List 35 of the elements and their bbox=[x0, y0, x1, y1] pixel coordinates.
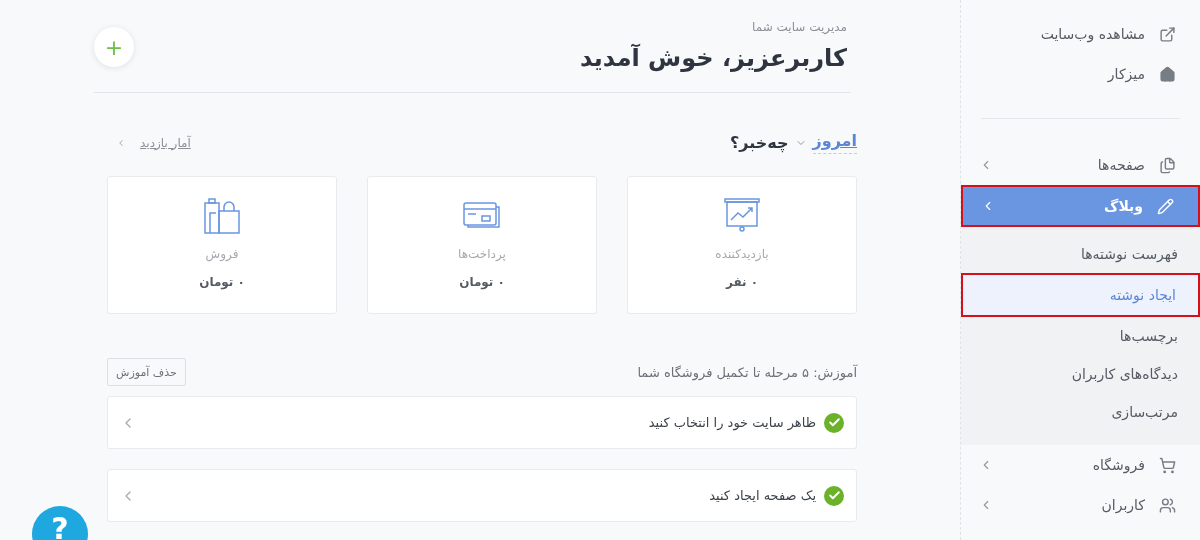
stat-value: ۰ تومان bbox=[199, 275, 245, 289]
stat-value: ۰ تومان bbox=[459, 275, 505, 289]
page-title: کاربرعزیز، خوش آمدید bbox=[579, 44, 847, 72]
stat-label: بازدیدکننده bbox=[715, 247, 769, 261]
submenu-item[interactable]: فهرست نوشته‌ها bbox=[961, 235, 1200, 273]
sidebar-link[interactable]: مشاهده وب‌سایت bbox=[961, 14, 1200, 54]
step-label: یک صفحه ایجاد کنید bbox=[708, 488, 816, 503]
period-dropdown[interactable]: امروز bbox=[812, 131, 857, 154]
submenu-item[interactable]: ایجاد نوشته bbox=[961, 273, 1200, 317]
pencil-icon bbox=[1157, 197, 1174, 215]
external-link-icon bbox=[1159, 25, 1176, 43]
users-icon bbox=[1159, 496, 1176, 514]
sidebar-item[interactable]: کاربران bbox=[961, 485, 1200, 525]
stat-label: پرداخت‌ها bbox=[458, 247, 506, 261]
stat-label: فروش bbox=[205, 247, 239, 261]
tutorial-title: آموزش: ۵ مرحله تا تکمیل فروشگاه شما bbox=[637, 364, 857, 380]
pages-icon bbox=[1159, 156, 1176, 174]
submenu-item[interactable]: برچسب‌ها bbox=[961, 317, 1200, 355]
remove-tutorial-button[interactable]: حذف آموزش bbox=[107, 358, 186, 386]
tutorial-step[interactable]: یک صفحه ایجاد کنید bbox=[107, 469, 857, 522]
chevron-icon bbox=[116, 137, 126, 148]
home-icon bbox=[1159, 65, 1176, 83]
sidebar-item[interactable]: صفحه‌ها bbox=[961, 145, 1200, 185]
news-heading: چه‌خبر؟ bbox=[729, 133, 789, 152]
tutorial-step[interactable]: ظاهر سایت خود را انتخاب کنید bbox=[107, 396, 857, 449]
submenu-item[interactable]: دیدگاه‌های کاربران bbox=[961, 355, 1200, 393]
sidebar-link[interactable]: میزکار bbox=[961, 54, 1200, 94]
shopping-bags-icon bbox=[202, 195, 242, 235]
step-label: ظاهر سایت خود را انتخاب کنید bbox=[647, 415, 816, 430]
presentation-chart-icon bbox=[722, 195, 762, 235]
stat-value: ۰ نفر bbox=[725, 275, 759, 289]
submenu-item[interactable]: مرتب‌سازی bbox=[961, 393, 1200, 431]
cart-icon bbox=[1159, 456, 1176, 474]
page-subtitle: مدیریت سایت شما bbox=[751, 20, 847, 34]
sidebar-item[interactable]: فروشگاه bbox=[961, 445, 1200, 485]
